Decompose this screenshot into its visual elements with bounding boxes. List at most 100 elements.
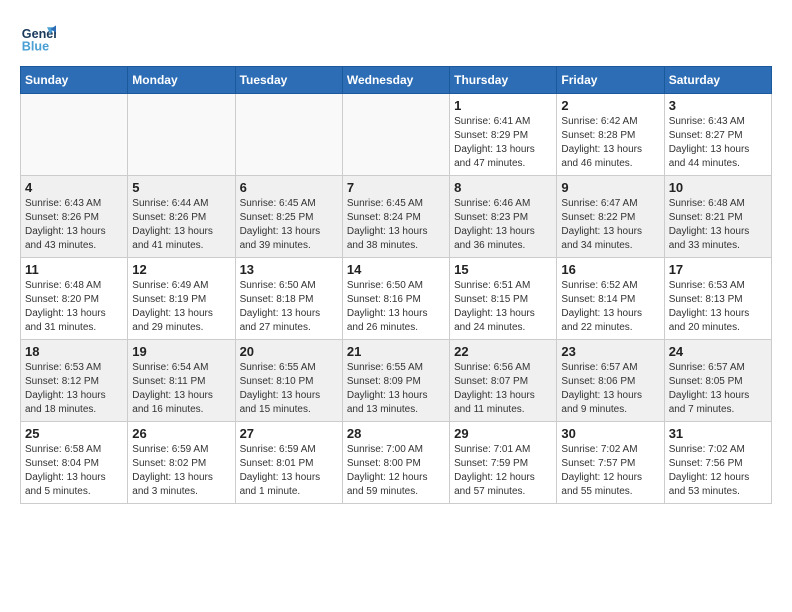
day-number: 15: [454, 262, 552, 277]
calendar-week-3: 11 Sunrise: 6:48 AMSunset: 8:20 PMDayligh…: [21, 258, 772, 340]
day-number: 11: [25, 262, 123, 277]
calendar-cell: 21 Sunrise: 6:55 AMSunset: 8:09 PMDayligh…: [342, 340, 449, 422]
calendar-cell: 14 Sunrise: 6:50 AMSunset: 8:16 PMDayligh…: [342, 258, 449, 340]
calendar-cell: 6 Sunrise: 6:45 AMSunset: 8:25 PMDaylight…: [235, 176, 342, 258]
day-info: Sunrise: 7:02 AMSunset: 7:56 PMDaylight:…: [669, 443, 767, 499]
day-number: 9: [561, 180, 659, 195]
svg-text:Blue: Blue: [22, 40, 49, 54]
calendar-cell: 5 Sunrise: 6:44 AMSunset: 8:26 PMDaylight…: [128, 176, 235, 258]
day-info: Sunrise: 6:56 AMSunset: 8:07 PMDaylight:…: [454, 361, 552, 417]
day-info: Sunrise: 6:44 AMSunset: 8:26 PMDaylight:…: [132, 197, 230, 253]
day-info: Sunrise: 6:48 AMSunset: 8:20 PMDaylight:…: [25, 279, 123, 335]
weekday-header-wednesday: Wednesday: [342, 67, 449, 94]
calendar-week-5: 25 Sunrise: 6:58 AMSunset: 8:04 PMDayligh…: [21, 422, 772, 504]
day-info: Sunrise: 6:49 AMSunset: 8:19 PMDaylight:…: [132, 279, 230, 335]
calendar-table: SundayMondayTuesdayWednesdayThursdayFrid…: [20, 66, 772, 504]
day-info: Sunrise: 6:58 AMSunset: 8:04 PMDaylight:…: [25, 443, 123, 499]
calendar-cell: 10 Sunrise: 6:48 AMSunset: 8:21 PMDayligh…: [664, 176, 771, 258]
calendar-cell: 19 Sunrise: 6:54 AMSunset: 8:11 PMDayligh…: [128, 340, 235, 422]
day-number: 19: [132, 344, 230, 359]
day-info: Sunrise: 6:50 AMSunset: 8:16 PMDaylight:…: [347, 279, 445, 335]
calendar-cell: 25 Sunrise: 6:58 AMSunset: 8:04 PMDayligh…: [21, 422, 128, 504]
day-info: Sunrise: 6:54 AMSunset: 8:11 PMDaylight:…: [132, 361, 230, 417]
day-info: Sunrise: 6:59 AMSunset: 8:01 PMDaylight:…: [240, 443, 338, 499]
calendar-cell: 18 Sunrise: 6:53 AMSunset: 8:12 PMDayligh…: [21, 340, 128, 422]
day-info: Sunrise: 6:43 AMSunset: 8:27 PMDaylight:…: [669, 115, 767, 171]
calendar-cell: 1 Sunrise: 6:41 AMSunset: 8:29 PMDaylight…: [450, 94, 557, 176]
calendar-cell: 22 Sunrise: 6:56 AMSunset: 8:07 PMDayligh…: [450, 340, 557, 422]
day-number: 18: [25, 344, 123, 359]
calendar-cell: 9Sunrise: 6:47 AMSunset: 8:22 PMDaylight…: [557, 176, 664, 258]
day-number: 28: [347, 426, 445, 441]
day-info: Sunrise: 6:45 AMSunset: 8:25 PMDaylight:…: [240, 197, 338, 253]
calendar-cell: 26 Sunrise: 6:59 AMSunset: 8:02 PMDayligh…: [128, 422, 235, 504]
day-number: 6: [240, 180, 338, 195]
calendar-cell: 4 Sunrise: 6:43 AMSunset: 8:26 PMDaylight…: [21, 176, 128, 258]
calendar-cell: 20Sunrise: 6:55 AMSunset: 8:10 PMDayligh…: [235, 340, 342, 422]
day-number: 1: [454, 98, 552, 113]
calendar-cell: 16Sunrise: 6:52 AMSunset: 8:14 PMDayligh…: [557, 258, 664, 340]
day-number: 24: [669, 344, 767, 359]
day-info: Sunrise: 6:57 AMSunset: 8:05 PMDaylight:…: [669, 361, 767, 417]
day-number: 23: [561, 344, 659, 359]
calendar-cell: 7 Sunrise: 6:45 AMSunset: 8:24 PMDaylight…: [342, 176, 449, 258]
calendar-cell: 15 Sunrise: 6:51 AMSunset: 8:15 PMDayligh…: [450, 258, 557, 340]
day-info: Sunrise: 6:46 AMSunset: 8:23 PMDaylight:…: [454, 197, 552, 253]
weekday-header-sunday: Sunday: [21, 67, 128, 94]
calendar-week-2: 4 Sunrise: 6:43 AMSunset: 8:26 PMDaylight…: [21, 176, 772, 258]
calendar-header: SundayMondayTuesdayWednesdayThursdayFrid…: [21, 67, 772, 94]
calendar-cell: 31 Sunrise: 7:02 AMSunset: 7:56 PMDayligh…: [664, 422, 771, 504]
day-info: Sunrise: 6:53 AMSunset: 8:12 PMDaylight:…: [25, 361, 123, 417]
page-header: General Blue: [20, 20, 772, 56]
calendar-cell: 12 Sunrise: 6:49 AMSunset: 8:19 PMDayligh…: [128, 258, 235, 340]
calendar-cell: 2Sunrise: 6:42 AMSunset: 8:28 PMDaylight…: [557, 94, 664, 176]
day-number: 10: [669, 180, 767, 195]
day-info: Sunrise: 6:45 AMSunset: 8:24 PMDaylight:…: [347, 197, 445, 253]
logo: General Blue: [20, 20, 56, 56]
day-number: 8: [454, 180, 552, 195]
day-info: Sunrise: 6:50 AMSunset: 8:18 PMDaylight:…: [240, 279, 338, 335]
day-number: 31: [669, 426, 767, 441]
day-info: Sunrise: 6:43 AMSunset: 8:26 PMDaylight:…: [25, 197, 123, 253]
calendar-cell: 13 Sunrise: 6:50 AMSunset: 8:18 PMDayligh…: [235, 258, 342, 340]
day-number: 25: [25, 426, 123, 441]
day-info: Sunrise: 6:55 AMSunset: 8:09 PMDaylight:…: [347, 361, 445, 417]
day-number: 13: [240, 262, 338, 277]
weekday-header-monday: Monday: [128, 67, 235, 94]
calendar-cell: 24 Sunrise: 6:57 AMSunset: 8:05 PMDayligh…: [664, 340, 771, 422]
day-number: 29: [454, 426, 552, 441]
calendar-cell: 17Sunrise: 6:53 AMSunset: 8:13 PMDayligh…: [664, 258, 771, 340]
day-number: 4: [25, 180, 123, 195]
logo-icon: General Blue: [20, 20, 56, 56]
day-number: 5: [132, 180, 230, 195]
calendar-cell: [235, 94, 342, 176]
day-number: 17: [669, 262, 767, 277]
day-info: Sunrise: 7:00 AMSunset: 8:00 PMDaylight:…: [347, 443, 445, 499]
day-number: 21: [347, 344, 445, 359]
day-number: 7: [347, 180, 445, 195]
calendar-cell: 27Sunrise: 6:59 AMSunset: 8:01 PMDayligh…: [235, 422, 342, 504]
day-number: 20: [240, 344, 338, 359]
day-number: 12: [132, 262, 230, 277]
day-info: Sunrise: 6:41 AMSunset: 8:29 PMDaylight:…: [454, 115, 552, 171]
day-info: Sunrise: 6:59 AMSunset: 8:02 PMDaylight:…: [132, 443, 230, 499]
day-number: 30: [561, 426, 659, 441]
day-number: 26: [132, 426, 230, 441]
day-info: Sunrise: 7:01 AMSunset: 7:59 PMDaylight:…: [454, 443, 552, 499]
day-number: 22: [454, 344, 552, 359]
calendar-cell: 23Sunrise: 6:57 AMSunset: 8:06 PMDayligh…: [557, 340, 664, 422]
weekday-header-tuesday: Tuesday: [235, 67, 342, 94]
calendar-cell: 8 Sunrise: 6:46 AMSunset: 8:23 PMDaylight…: [450, 176, 557, 258]
calendar-cell: [128, 94, 235, 176]
day-number: 14: [347, 262, 445, 277]
calendar-cell: 11 Sunrise: 6:48 AMSunset: 8:20 PMDayligh…: [21, 258, 128, 340]
day-info: Sunrise: 7:02 AMSunset: 7:57 PMDaylight:…: [561, 443, 659, 499]
day-info: Sunrise: 6:42 AMSunset: 8:28 PMDaylight:…: [561, 115, 659, 171]
day-info: Sunrise: 6:48 AMSunset: 8:21 PMDaylight:…: [669, 197, 767, 253]
weekday-header-row: SundayMondayTuesdayWednesdayThursdayFrid…: [21, 67, 772, 94]
day-info: Sunrise: 6:52 AMSunset: 8:14 PMDaylight:…: [561, 279, 659, 335]
day-number: 3: [669, 98, 767, 113]
weekday-header-saturday: Saturday: [664, 67, 771, 94]
day-info: Sunrise: 6:51 AMSunset: 8:15 PMDaylight:…: [454, 279, 552, 335]
calendar-cell: 28 Sunrise: 7:00 AMSunset: 8:00 PMDayligh…: [342, 422, 449, 504]
